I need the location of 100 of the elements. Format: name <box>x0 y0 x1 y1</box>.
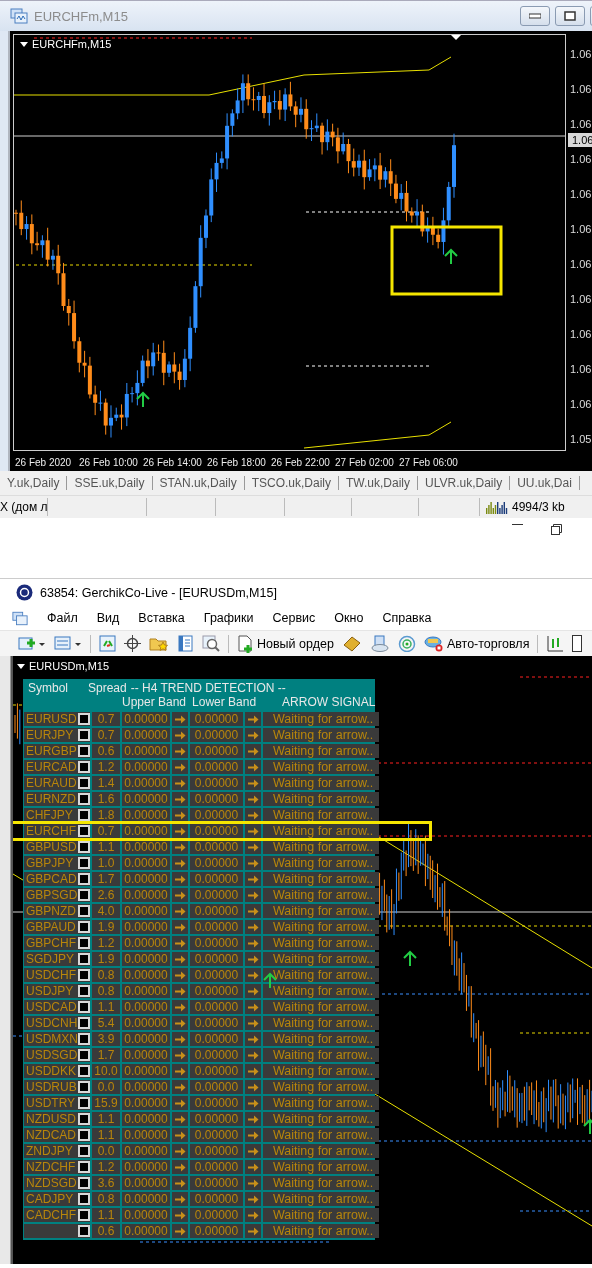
arrow-signal-cell: Waiting for arrow.. <box>263 952 379 966</box>
symbol-text: ZNDJPY <box>26 1144 73 1158</box>
arrow-signal-cell: Waiting for arrow.. <box>263 856 379 870</box>
symbol-text: GBPNZD <box>26 904 76 918</box>
spread-cell: 1.9 <box>92 920 120 934</box>
lower-band-cell: 0.00000 <box>190 728 243 742</box>
spread-cell: 1.8 <box>92 808 120 822</box>
lower-band-cell: 0.00000 <box>190 792 243 806</box>
arrow-signal-cell: Waiting for arrow.. <box>263 1224 379 1238</box>
menu-item[interactable]: Вид <box>96 611 120 625</box>
spread-cell: 1.4 <box>92 776 120 790</box>
spread-cell: 1.2 <box>92 936 120 950</box>
symbol-text: USDCNH <box>26 1016 78 1030</box>
arrow-signal-cell: Waiting for arrow.. <box>263 1048 379 1062</box>
symbol-text: SGDJPY <box>26 952 74 966</box>
lower-band-cell: 0.00000 <box>190 808 243 822</box>
column-header: Upper Band <box>122 695 187 709</box>
chart-tab[interactable]: SSE.uk,Daily <box>67 476 153 490</box>
menu-item[interactable]: Вставка <box>138 611 185 625</box>
menu-item[interactable]: Справка <box>382 611 432 625</box>
arrow-signal-cell: Waiting for arrow.. <box>263 824 379 838</box>
lower-band-cell: 0.00000 <box>190 1064 243 1078</box>
upper-band-cell: 0.00000 <box>122 1080 170 1094</box>
symbol-text: GBPUSD <box>26 840 77 854</box>
symbol-text: EURCAD <box>26 760 77 774</box>
symbol-text: NZDSGD <box>26 1176 77 1190</box>
status-profile-text: X (дом л <box>0 500 48 514</box>
symbol-text: EURGBP <box>26 744 77 758</box>
symbol-text: USDCHF <box>26 968 76 982</box>
time-label: 27 Feb 06:00 <box>399 456 459 468</box>
lower-band-cell: 0.00000 <box>190 824 243 838</box>
upper-band-cell: 0.00000 <box>122 1048 170 1062</box>
upper-band-cell: 0.00000 <box>122 920 170 934</box>
lower-band-cell: 0.00000 <box>190 1208 243 1222</box>
chart-tab[interactable]: STAN.uk,Daily <box>152 476 245 490</box>
window-title: 63854: GerchikCo-Live - [EURUSDm,M15] <box>40 585 277 600</box>
column-header: Spread <box>88 681 127 695</box>
lower-band-cell: 0.00000 <box>190 1224 243 1238</box>
upper-band-cell: 0.00000 <box>122 872 170 886</box>
upper-band-cell: 0.00000 <box>122 1160 170 1174</box>
lower-band-cell: 0.00000 <box>190 1080 243 1094</box>
price-label: 1.06 <box>569 397 592 411</box>
arrow-signal-cell: Waiting for arrow.. <box>263 744 379 758</box>
upper-band-cell: 0.00000 <box>122 1176 170 1190</box>
arrow-signal-cell: Waiting for arrow.. <box>263 888 379 902</box>
lower-band-cell: 0.00000 <box>190 1128 243 1142</box>
chart-symbol-label: EURUSDm,M15 <box>29 660 110 672</box>
lower-band-cell: 0.00000 <box>190 904 243 918</box>
time-label: 26 Feb 10:00 <box>79 456 139 468</box>
arrow-signal-cell: Waiting for arrow.. <box>263 1112 379 1126</box>
arrow-signal-cell: Waiting for arrow.. <box>263 1016 379 1030</box>
upper-band-cell: 0.00000 <box>122 1144 170 1158</box>
lower-band-cell: 0.00000 <box>190 1144 243 1158</box>
chart-tab[interactable]: Y.uk,Daily <box>0 476 68 490</box>
upper-band-cell: 0.00000 <box>122 792 170 806</box>
spread-cell: 1.2 <box>92 1160 120 1174</box>
symbol-text: USDDKK <box>26 1064 76 1078</box>
arrow-signal-cell: Waiting for arrow.. <box>263 936 379 950</box>
new-order-button[interactable]: Новый ордер <box>237 634 334 653</box>
spread-cell: 5.4 <box>92 1016 120 1030</box>
chart-tab[interactable]: ULVR.uk,Daily <box>418 476 511 490</box>
lower-band-cell: 0.00000 <box>190 776 243 790</box>
symbol-text: USDTRY <box>26 1096 76 1110</box>
arrow-signal-cell: Waiting for arrow.. <box>263 1144 379 1158</box>
spread-cell: 0.8 <box>92 968 120 982</box>
price-label: 1.06 <box>569 362 592 376</box>
spread-cell: 0.6 <box>92 1224 120 1238</box>
window-title: EURCHFm,M15 <box>34 8 128 24</box>
lower-band-cell: 0.00000 <box>190 744 243 758</box>
menu-item[interactable]: Сервис <box>272 611 316 625</box>
arrow-signal-cell: Waiting for arrow.. <box>263 984 379 998</box>
upper-band-cell: 0.00000 <box>122 1064 170 1078</box>
menu-item[interactable]: Графики <box>203 611 254 625</box>
arrow-signal-cell: Waiting for arrow.. <box>263 728 379 742</box>
chart-tab[interactable]: UU.uk,Dai <box>510 476 580 490</box>
price-label: 1.06 <box>569 257 592 271</box>
group-header: -- H4 TREND DETECTION -- <box>130 681 286 695</box>
price-label: 1.06 <box>569 82 592 96</box>
upper-band-cell: 0.00000 <box>122 1016 170 1030</box>
spread-cell: 1.0 <box>92 856 120 870</box>
time-label: 26 Feb 18:00 <box>207 456 267 468</box>
symbol-text: EURCHF <box>26 824 76 838</box>
lower-band-cell: 0.00000 <box>190 1000 243 1014</box>
symbol-text: CADCHF <box>26 1208 76 1222</box>
upper-band-cell: 0.00000 <box>122 1208 170 1222</box>
symbol-text: EURUSD <box>26 712 77 726</box>
menu-item[interactable]: Файл <box>47 611 78 625</box>
auto-trading-button[interactable]: Авто-торговля <box>423 635 530 652</box>
arrow-signal-cell: Waiting for arrow.. <box>263 1208 379 1222</box>
upper-band-cell: 0.00000 <box>122 984 170 998</box>
chart-tab[interactable]: TW.uk,Daily <box>339 476 419 490</box>
time-label: 27 Feb 02:00 <box>335 456 395 468</box>
spread-cell: 0.6 <box>92 744 120 758</box>
spread-cell: 1.2 <box>92 760 120 774</box>
chart-tab[interactable]: TSCO.uk,Daily <box>244 476 339 490</box>
arrow-signal-cell: Waiting for arrow.. <box>263 776 379 790</box>
column-header: ARROW SIGNAL <box>282 695 376 709</box>
arrow-signal-cell: Waiting for arrow.. <box>263 1128 379 1142</box>
spread-cell: 0.8 <box>92 1192 120 1206</box>
menu-item[interactable]: Окно <box>334 611 364 625</box>
